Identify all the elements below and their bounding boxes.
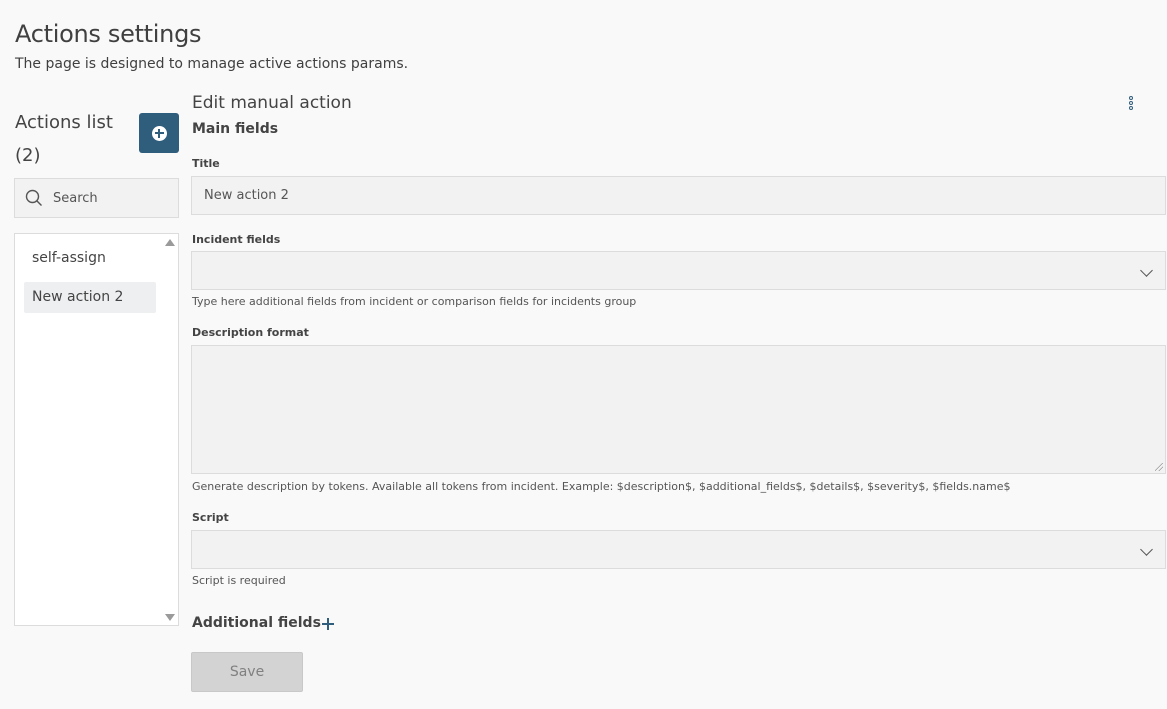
actions-list-label: Actions list: [15, 112, 113, 133]
incident-fields-select[interactable]: [191, 251, 1166, 290]
main-fields-heading: Main fields: [192, 121, 279, 137]
page-subtitle: The page is designed to manage active ac…: [15, 56, 409, 72]
list-item-new-action-2[interactable]: New action 2: [24, 282, 156, 313]
incident-fields-label: Incident fields: [192, 233, 281, 246]
actions-list-title: Actions list (2): [15, 106, 125, 172]
list-item-self-assign[interactable]: self-assign: [24, 243, 156, 274]
title-input[interactable]: [192, 177, 1165, 214]
description-format-label: Description format: [192, 326, 309, 339]
search-input[interactable]: [51, 189, 175, 207]
search-icon: [25, 189, 43, 207]
page-title: Actions settings: [15, 20, 202, 48]
save-button[interactable]: Save: [191, 652, 303, 692]
scroll-up-icon[interactable]: [165, 239, 175, 246]
actions-list: self-assign New action 2: [14, 233, 179, 626]
plus-circle-icon: [151, 125, 167, 141]
title-label: Title: [192, 157, 220, 170]
script-help: Script is required: [192, 574, 286, 587]
additional-fields-heading: Additional fields: [192, 615, 321, 631]
search-field[interactable]: [14, 178, 179, 218]
more-vertical-icon[interactable]: [1126, 96, 1136, 114]
list-item-label: New action 2: [32, 289, 124, 305]
script-select[interactable]: [191, 530, 1166, 569]
list-item-label: self-assign: [32, 250, 106, 266]
chevron-down-icon[interactable]: [1140, 264, 1153, 277]
add-action-button[interactable]: [139, 113, 179, 153]
script-label: Script: [192, 511, 229, 524]
description-format-textarea[interactable]: [191, 345, 1166, 474]
incident-fields-help: Type here additional fields from inciden…: [192, 295, 637, 308]
title-field[interactable]: [191, 176, 1166, 215]
chevron-down-icon[interactable]: [1140, 543, 1153, 556]
actions-list-count: (2): [15, 145, 41, 166]
resize-handle-icon[interactable]: [1155, 463, 1163, 471]
plus-icon: [322, 618, 334, 630]
scroll-down-icon[interactable]: [165, 614, 175, 621]
editor-title: Edit manual action: [192, 93, 352, 113]
add-additional-field-button[interactable]: [319, 615, 337, 633]
description-format-help: Generate description by tokens. Availabl…: [192, 480, 1011, 493]
